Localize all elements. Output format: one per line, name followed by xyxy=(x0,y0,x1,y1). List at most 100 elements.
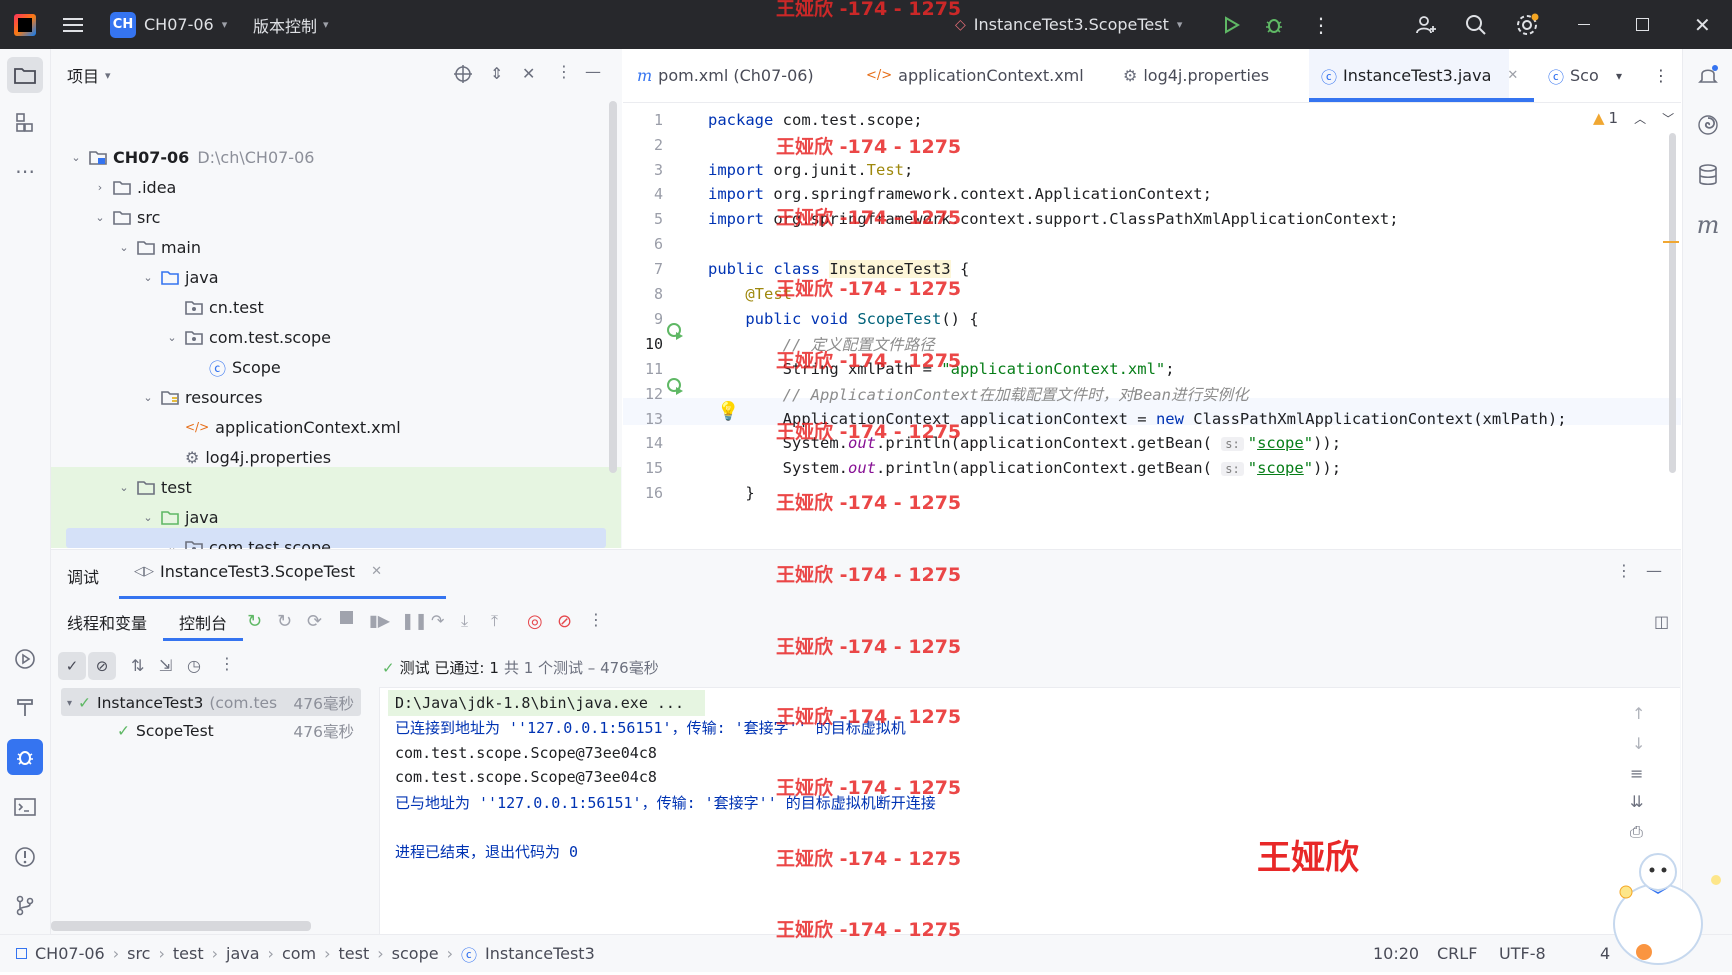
soft-wrap-button[interactable]: ≡ xyxy=(1630,764,1643,783)
code-line[interactable]: 6 xyxy=(623,231,1681,259)
add-user-button[interactable] xyxy=(1415,0,1437,49)
layout-settings-button[interactable]: ◫ xyxy=(1654,612,1669,631)
pause-button[interactable]: ❚❚ xyxy=(401,611,428,630)
locate-button[interactable] xyxy=(453,64,473,84)
maximize-button[interactable] xyxy=(1636,0,1649,49)
rerun-failed-button[interactable]: ↻ xyxy=(277,611,292,632)
notifications-button[interactable] xyxy=(1690,57,1726,93)
test-node-class[interactable]: ▾ ✓ InstanceTest3 (com.tes 476毫秒 xyxy=(67,690,362,716)
run-method-gutter-icon[interactable] xyxy=(666,377,684,399)
code-line[interactable]: 4 import org.springframework.context.Appl… xyxy=(623,181,1681,209)
code-line[interactable]: 12 // ApplicationContext在加载配置文件时，对Bean进行… xyxy=(623,380,1681,408)
ai-assistant-button[interactable] xyxy=(1690,107,1726,143)
build-tool-button[interactable] xyxy=(7,689,43,725)
tab-options-button[interactable]: ⋮ xyxy=(1653,49,1669,102)
tree-node[interactable]: ⌄ java xyxy=(51,262,622,292)
code-line[interactable]: 3 import org.junit.Test; xyxy=(623,156,1681,184)
run-config-selector[interactable]: ◇ InstanceTest3.ScopeTest ▾ xyxy=(955,0,1182,49)
code-line[interactable]: 11 String xmlPath = "applicationContext.… xyxy=(623,355,1681,383)
chevron-down-icon[interactable]: ⌄ xyxy=(119,481,129,494)
tab-application-context[interactable]: </> applicationContext.xml xyxy=(866,49,1084,102)
pane-options-button[interactable]: ⋮ xyxy=(556,62,572,81)
breadcrumb-item[interactable]: com xyxy=(282,944,316,963)
debug-tool-button[interactable] xyxy=(7,739,43,775)
search-button[interactable] xyxy=(1465,0,1487,49)
main-menu-button[interactable] xyxy=(62,0,84,49)
step-over-button[interactable]: ↷ xyxy=(431,611,444,630)
code-line[interactable]: 16 } xyxy=(623,480,1681,508)
console-output[interactable]: D:\Java\jdk-1.8\bin\java.exe ... 已连接到地址为 … xyxy=(379,687,1680,936)
project-pane-header[interactable]: 项目 ▾ xyxy=(67,63,111,87)
chevron-down-icon[interactable]: ⌄ xyxy=(143,511,153,524)
show-ignored-toggle[interactable]: ⊘ xyxy=(88,652,116,680)
resume-button[interactable]: ▮▶ xyxy=(369,611,390,630)
tree-node[interactable]: ⌄ main xyxy=(51,232,622,262)
stop-button[interactable] xyxy=(340,611,353,624)
tree-node[interactable]: ⌄ com.test.scope xyxy=(51,322,622,352)
file-encoding[interactable]: UTF-8 xyxy=(1499,944,1546,963)
hide-debug-button[interactable]: — xyxy=(1646,561,1662,580)
intention-bulb-button[interactable]: 💡 xyxy=(717,401,739,422)
breadcrumb-item[interactable]: test xyxy=(173,944,204,963)
tree-node[interactable]: ⌄ java xyxy=(51,502,622,532)
tree-node[interactable]: ⌄ CH07-06 D:\ch\CH07-06 xyxy=(51,142,622,172)
debug-session-tab[interactable]: ◁▷ InstanceTest3.ScopeTest ✕ xyxy=(134,562,382,581)
test-tree-more-button[interactable]: ⋮ xyxy=(219,654,235,673)
expand-all-button[interactable]: ⇕ xyxy=(490,64,503,83)
run-tool-button[interactable] xyxy=(7,641,43,677)
database-button[interactable] xyxy=(1690,157,1726,193)
tab-threads-variables[interactable]: 线程和变量 xyxy=(67,610,147,634)
tab-instance-test3[interactable]: ⓒ InstanceTest3.java ✕ xyxy=(1309,49,1518,102)
warning-stripe-marker[interactable] xyxy=(1663,241,1679,243)
settings-button[interactable] xyxy=(1515,0,1539,49)
breadcrumb-item[interactable]: InstanceTest3 xyxy=(485,944,595,963)
code-line[interactable]: 1 package com.test.scope; xyxy=(623,106,1681,134)
close-tab-icon[interactable]: ✕ xyxy=(1507,68,1518,83)
more-tools-button[interactable]: ⋯ xyxy=(7,153,43,189)
close-tab-icon[interactable]: ✕ xyxy=(371,564,382,579)
minimize-button[interactable] xyxy=(1578,0,1590,49)
scroll-to-end-button[interactable]: ⇊ xyxy=(1630,792,1643,811)
step-out-button[interactable]: ⤒ xyxy=(491,611,498,631)
tree-node[interactable]: ⓒ Scope xyxy=(51,352,622,382)
chevron-right-icon[interactable]: › xyxy=(95,181,105,194)
chevron-down-icon[interactable]: ⌄ xyxy=(95,211,105,224)
tree-node[interactable]: ⚙ log4j.properties xyxy=(51,442,622,472)
caret-position[interactable]: 10:20 xyxy=(1373,944,1419,963)
test-tree-hscrollbar[interactable] xyxy=(51,921,311,931)
code-line[interactable]: 9 public void ScopeTest() { xyxy=(623,305,1681,333)
code-line[interactable]: 8 @Test xyxy=(623,280,1681,308)
hide-pane-button[interactable]: — xyxy=(585,62,601,81)
chevron-down-icon[interactable]: ﹀ xyxy=(1662,110,1674,127)
tree-node[interactable]: › .idea xyxy=(51,172,622,202)
tree-node[interactable]: ⌄ resources xyxy=(51,382,622,412)
sort-button[interactable]: ⇅ xyxy=(131,656,144,675)
scroll-up-button[interactable]: ↑ xyxy=(1632,704,1645,723)
view-breakpoints-button[interactable]: ◎ xyxy=(527,611,543,632)
inspection-widget[interactable]: ▲ 1 ︿ ﹀ xyxy=(1593,109,1674,127)
breadcrumb-item[interactable]: CH07-06 xyxy=(35,944,105,963)
project-scrollbar[interactable] xyxy=(609,101,617,473)
tree-node[interactable]: </> applicationContext.xml xyxy=(51,412,622,442)
structure-tool-button[interactable] xyxy=(7,105,43,141)
import-tests-button[interactable]: ⇲ xyxy=(159,656,172,675)
tab-log4j[interactable]: ⚙ log4j.properties xyxy=(1123,49,1269,102)
chevron-down-icon[interactable]: ⌄ xyxy=(71,151,81,164)
show-passed-toggle[interactable]: ✓ xyxy=(58,652,86,680)
code-line[interactable]: 10 // 定义配置文件路径 xyxy=(623,330,1681,358)
tabs-overflow-button[interactable]: ▾ xyxy=(1616,49,1622,102)
maven-button[interactable]: m xyxy=(1690,207,1726,243)
step-into-button[interactable]: ⤓ xyxy=(461,611,468,631)
tab-scope[interactable]: ⓒ Sco xyxy=(1548,49,1599,102)
terminal-tool-button[interactable] xyxy=(7,789,43,825)
tree-node[interactable]: ⌄ src xyxy=(51,202,622,232)
more-actions-button[interactable]: ⋮ xyxy=(1311,0,1331,49)
app-logo[interactable] xyxy=(14,0,36,49)
project-selector[interactable]: CH CH07-06 ▾ xyxy=(110,0,227,49)
run-class-gutter-icon[interactable] xyxy=(666,322,684,344)
test-node-method[interactable]: ✓ ScopeTest 476毫秒 xyxy=(117,718,362,744)
code-line[interactable]: 14 System.out.println(applicationContext… xyxy=(623,430,1681,458)
editor-scrollbar[interactable] xyxy=(1669,133,1676,473)
toggle-auto-test-button[interactable]: ⟳ xyxy=(307,611,322,632)
code-line[interactable]: 5 import org.springframework.context.supp… xyxy=(623,206,1681,234)
